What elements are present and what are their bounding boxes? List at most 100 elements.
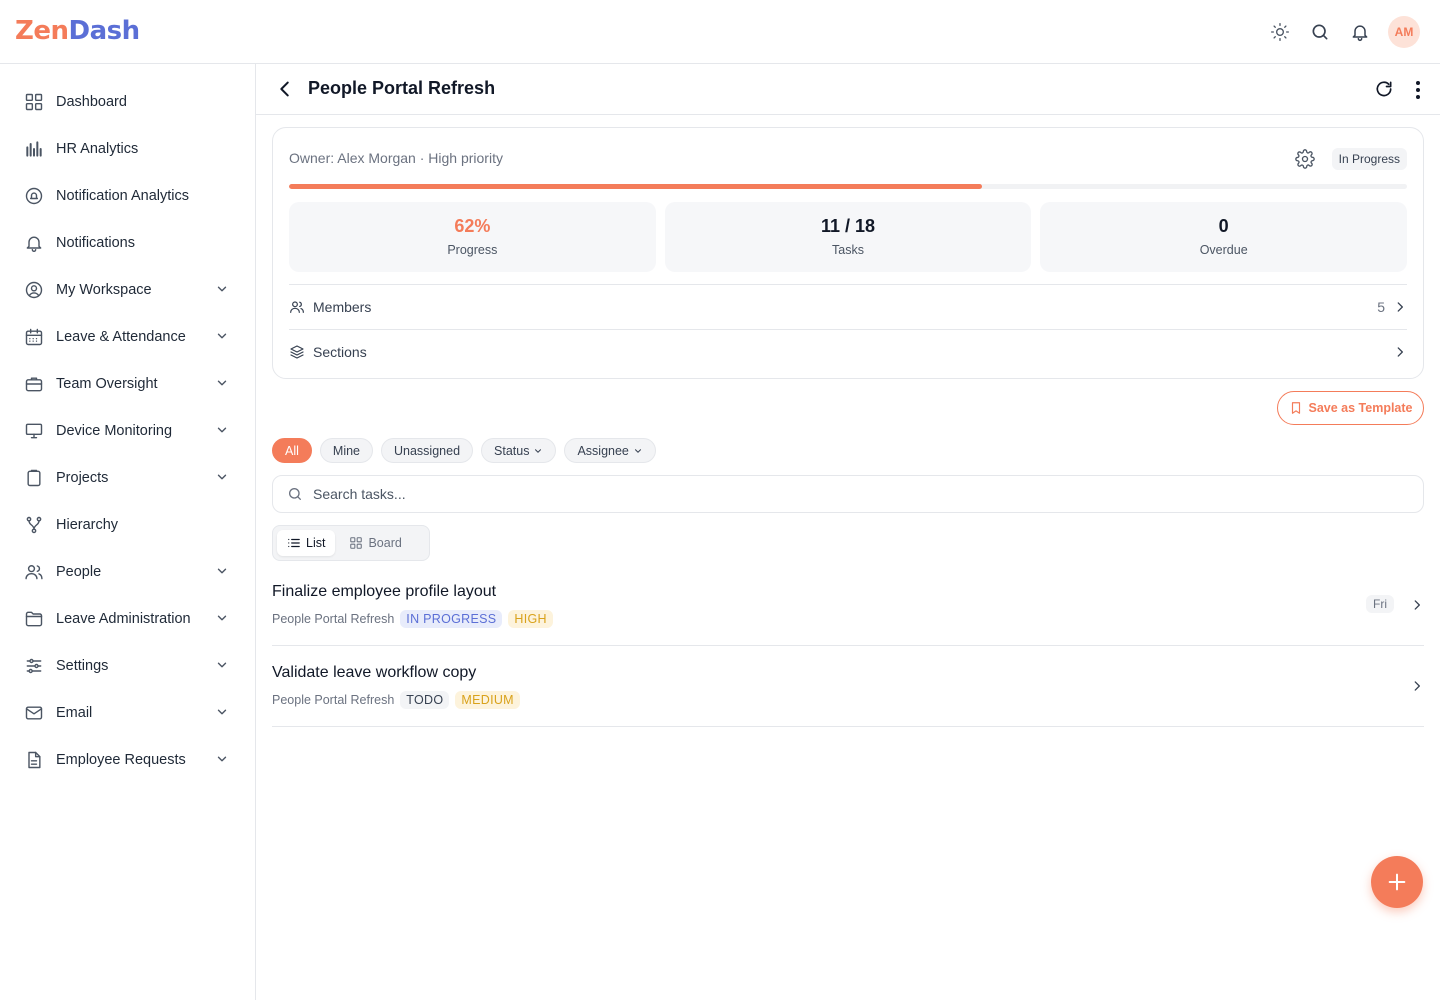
chevron-down-icon[interactable]	[215, 611, 229, 625]
sidebar-item-people[interactable]: People	[0, 548, 255, 595]
view-board-button[interactable]: Board	[339, 530, 411, 556]
members-label: Members	[313, 299, 372, 315]
chevron-down-icon[interactable]	[215, 564, 229, 578]
sidebar-item-leave-and-attendance[interactable]: Leave & Attendance	[0, 313, 255, 360]
search-input[interactable]	[313, 486, 1393, 502]
sidebar-item-label: Dashboard	[56, 93, 127, 110]
sidebar-item-label: Leave Administration	[56, 610, 191, 627]
top-bar: ZenDash AM	[0, 0, 1440, 64]
user-avatar[interactable]: AM	[1388, 16, 1420, 48]
chevron-down-icon	[535, 448, 542, 453]
chevron-down-icon[interactable]	[215, 282, 229, 296]
chevron-down-icon[interactable]	[215, 329, 229, 343]
sliders-icon	[24, 656, 44, 676]
chevron-right-icon	[1397, 302, 1403, 312]
add-task-button[interactable]	[1371, 856, 1423, 908]
bell-circle-icon	[24, 186, 44, 206]
sidebar-item-employee-requests[interactable]: Employee Requests	[0, 736, 255, 783]
stat-value: 62%	[454, 216, 491, 236]
view-list-button[interactable]: List	[277, 530, 336, 556]
task-row[interactable]: Validate leave workflow copy People Port…	[272, 646, 1424, 727]
header-actions: AM	[1268, 16, 1420, 48]
view-list-label: List	[306, 536, 326, 550]
task-status-badge: TODO	[400, 691, 450, 709]
sidebar-item-team-oversight[interactable]: Team Oversight	[0, 360, 255, 407]
task-title: Finalize employee profile layout	[272, 583, 497, 600]
sections-row[interactable]: Sections	[289, 329, 1407, 374]
task-search	[272, 475, 1424, 513]
people-icon	[290, 301, 304, 313]
progress-bar-fill	[289, 184, 983, 189]
sidebar-item-projects[interactable]: Projects	[0, 454, 255, 501]
sidebar-item-device-monitoring[interactable]: Device Monitoring	[0, 407, 255, 454]
sidebar-item-notifications[interactable]: Notifications	[0, 219, 255, 266]
task-meta: People Portal Refresh TODO MEDIUM	[272, 691, 520, 709]
chevron-down-icon[interactable]	[215, 752, 229, 766]
user-circle-icon	[24, 280, 44, 300]
chevron-down-icon[interactable]	[215, 470, 229, 484]
sidebar-item-label: Employee Requests	[56, 751, 186, 768]
people-icon	[24, 562, 44, 582]
monitor-icon	[24, 421, 44, 441]
sidebar-item-label: My Workspace	[56, 281, 152, 298]
filter-chip-mine[interactable]: Mine	[319, 438, 373, 463]
search-icon	[289, 488, 301, 500]
sun-icon[interactable]	[1268, 20, 1292, 44]
calendar-icon	[24, 327, 44, 347]
briefcase-icon	[24, 374, 44, 394]
filter-chip-unassigned[interactable]: Unassigned	[381, 438, 474, 463]
task-meta: People Portal Refresh IN PROGRESS HIGH	[272, 610, 553, 628]
owner-priority-line: Owner: Alex Morgan · High priority	[289, 150, 503, 166]
list-icon	[288, 538, 300, 548]
progress-bar	[289, 184, 1407, 189]
sidebar-item-label: Leave & Attendance	[56, 328, 186, 345]
chevron-down-icon[interactable]	[215, 376, 229, 390]
stat-label: Overdue	[1199, 243, 1248, 257]
mail-icon	[24, 703, 44, 723]
stat-tasks: 11 / 18 Tasks	[664, 202, 1032, 272]
document-icon	[24, 750, 44, 770]
back-arrow-icon[interactable]	[274, 78, 296, 100]
task-title: Validate leave workflow copy	[272, 664, 477, 681]
page-title: People Portal Refresh	[308, 78, 496, 98]
stat-overdue: 0 Overdue	[1040, 202, 1408, 272]
chevron-down-icon[interactable]	[215, 705, 229, 719]
more-vertical-icon[interactable]	[1408, 79, 1428, 101]
stat-value: 11 / 18	[820, 216, 876, 236]
sidebar-item-dashboard[interactable]: Dashboard	[0, 78, 255, 125]
task-priority-badge: MEDIUM	[455, 691, 520, 709]
search-icon[interactable]	[1308, 20, 1332, 44]
task-row[interactable]: Finalize employee profile layout People …	[272, 565, 1424, 646]
bell-icon[interactable]	[1348, 20, 1372, 44]
chevron-right-icon	[1414, 681, 1420, 691]
sidebar-item-settings[interactable]: Settings	[0, 642, 255, 689]
sidebar-item-label: Notifications	[56, 234, 135, 251]
page-header: People Portal Refresh	[256, 64, 1440, 115]
refresh-icon[interactable]	[1374, 79, 1396, 101]
app-logo[interactable]: ZenDash	[15, 16, 140, 46]
sidebar-item-notification-analytics[interactable]: Notification Analytics	[0, 172, 255, 219]
sidebar-item-leave-administration[interactable]: Leave Administration	[0, 595, 255, 642]
chevron-down-icon[interactable]	[215, 423, 229, 437]
chevron-down-icon[interactable]	[215, 658, 229, 672]
stat-progress: 62% Progress	[289, 202, 656, 272]
task-priority-badge: HIGH	[508, 610, 553, 628]
sidebar-item-hierarchy[interactable]: Hierarchy	[0, 501, 255, 548]
sidebar-item-my-workspace[interactable]: My Workspace	[0, 266, 255, 313]
sidebar-item-hr-analytics[interactable]: HR Analytics	[0, 125, 255, 172]
gear-icon[interactable]	[1295, 149, 1315, 169]
filter-assignee-dropdown[interactable]: Assignee	[564, 438, 656, 463]
save-as-template-button[interactable]: Save as Template	[1277, 391, 1424, 425]
layers-icon	[290, 345, 304, 359]
board-icon	[350, 537, 363, 549]
sidebar-item-email[interactable]: Email	[0, 689, 255, 736]
filter-chip-all[interactable]: All	[272, 438, 312, 463]
sidebar-item-label: Team Oversight	[56, 375, 158, 392]
filter-status-dropdown[interactable]: Status	[481, 438, 557, 463]
task-due-date: Fri	[1366, 595, 1394, 613]
chevron-right-icon	[1414, 600, 1420, 610]
stat-label: Tasks	[832, 243, 864, 257]
members-count: 5	[1377, 299, 1385, 315]
members-row[interactable]: Members 5	[289, 284, 1407, 329]
stat-label: Progress	[447, 243, 498, 257]
